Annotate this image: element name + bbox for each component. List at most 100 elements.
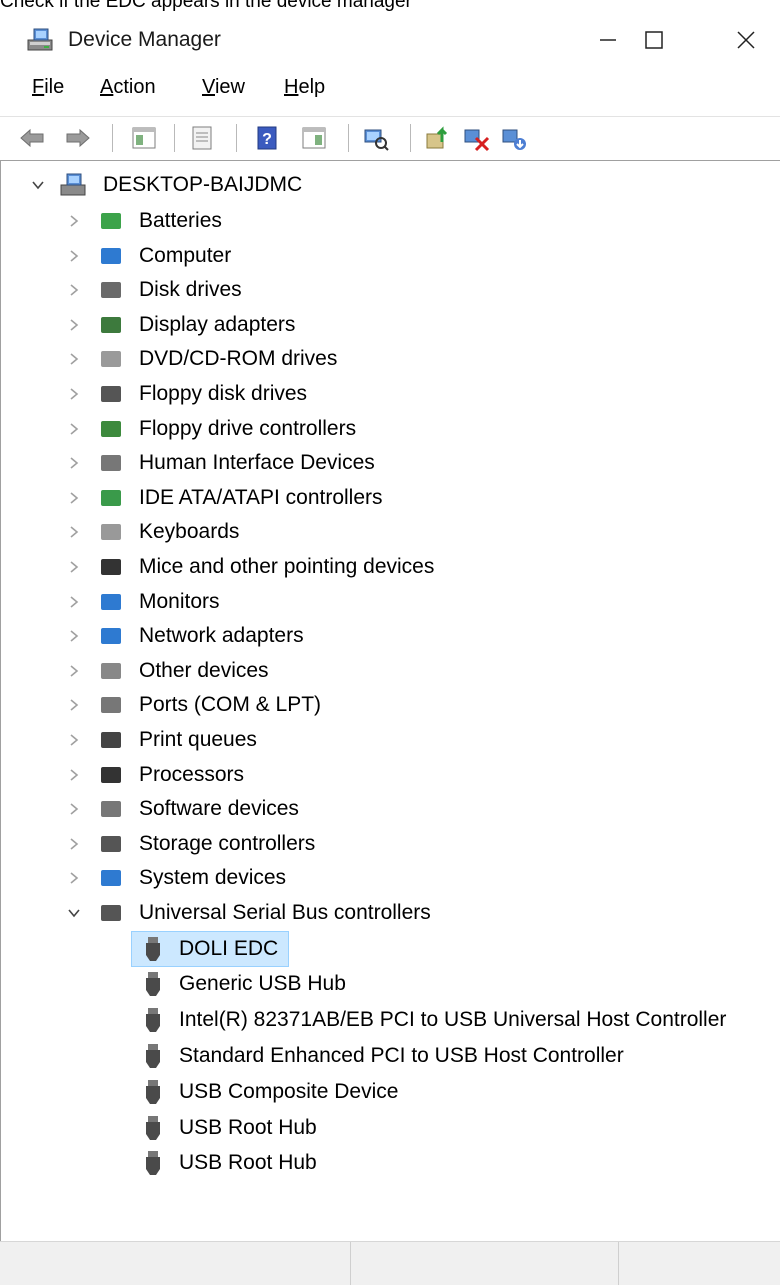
- status-cell: [0, 1242, 351, 1285]
- chevron-right-icon[interactable]: [67, 629, 81, 643]
- chevron-right-icon[interactable]: [67, 352, 81, 366]
- menu-help[interactable]: Help: [284, 76, 325, 99]
- maximize-button[interactable]: [630, 20, 678, 60]
- minimize-button[interactable]: [584, 20, 632, 60]
- chevron-down-icon[interactable]: [31, 178, 45, 192]
- usb-device-label: USB Root Hub: [179, 1151, 317, 1175]
- usb-device-label: USB Composite Device: [179, 1079, 399, 1103]
- device-tree-pane[interactable]: DESKTOP-BAIJDMC Batteries Computer Disk dr…: [0, 160, 780, 1241]
- scan-hardware-icon[interactable]: [362, 124, 390, 152]
- usb-device[interactable]: USB Root Hub: [179, 1146, 317, 1180]
- toolbar-separator: [348, 124, 349, 152]
- chevron-right-icon[interactable]: [67, 595, 81, 609]
- help-icon[interactable]: ?: [254, 124, 282, 152]
- chevron-right-icon[interactable]: [67, 249, 81, 263]
- close-button[interactable]: [722, 20, 770, 60]
- tree-category[interactable]: Human Interface Devices: [139, 446, 375, 480]
- title-bar[interactable]: Device Manager: [0, 12, 780, 68]
- usb-device[interactable]: Intel(R) 82371AB/EB PCI to USB Universal…: [179, 1003, 726, 1037]
- tree-category-label: Human Interface Devices: [139, 451, 375, 475]
- usb-device[interactable]: Generic USB Hub: [179, 967, 346, 1001]
- tree-category[interactable]: Processors: [139, 758, 244, 792]
- chevron-right-icon[interactable]: [67, 733, 81, 747]
- menu-file[interactable]: File: [32, 76, 64, 99]
- chevron-right-icon[interactable]: [67, 318, 81, 332]
- tree-category[interactable]: Other devices: [139, 654, 269, 688]
- usb-device-label: Intel(R) 82371AB/EB PCI to USB Universal…: [179, 1008, 727, 1032]
- mouse-icon: [101, 559, 121, 575]
- chevron-right-icon[interactable]: [67, 802, 81, 816]
- update-driver-icon[interactable]: [424, 124, 452, 152]
- tree-category-label: Monitors: [139, 589, 220, 613]
- menu-view[interactable]: View: [202, 76, 245, 99]
- chevron-right-icon[interactable]: [67, 214, 81, 228]
- show-hide-console-tree-icon[interactable]: [130, 124, 158, 152]
- tree-category-label: Software devices: [139, 797, 299, 821]
- menu-bar: File Action View Help: [0, 76, 780, 106]
- tree-category[interactable]: Software devices: [139, 792, 299, 826]
- chevron-right-icon[interactable]: [67, 768, 81, 782]
- tree-category[interactable]: Floppy drive controllers: [139, 412, 356, 446]
- tree-category[interactable]: Disk drives: [139, 273, 242, 307]
- status-bar: [0, 1241, 780, 1285]
- hid-icon: [101, 455, 121, 472]
- network-adapter-icon: [101, 628, 121, 645]
- tree-category[interactable]: DVD/CD-ROM drives: [139, 342, 337, 376]
- disable-device-icon[interactable]: [462, 124, 490, 152]
- tree-category[interactable]: Computer: [139, 239, 231, 273]
- chevron-down-icon[interactable]: [67, 906, 81, 920]
- software-device-icon: [101, 801, 121, 818]
- usb-device-selected[interactable]: DOLI EDC: [179, 932, 278, 966]
- device-manager-app-icon: [27, 28, 53, 51]
- tree-category[interactable]: Keyboards: [139, 515, 239, 549]
- tree-category-label: Disk drives: [139, 278, 242, 302]
- tree-category[interactable]: IDE ATA/ATAPI controllers: [139, 481, 383, 515]
- usb-device-label: DOLI EDC: [179, 936, 279, 960]
- chevron-right-icon[interactable]: [67, 664, 81, 678]
- tree-category-label: Print queues: [139, 728, 257, 751]
- tree-category[interactable]: Print queues: [139, 723, 257, 757]
- tree-root-label: DESKTOP-BAIJDMC: [103, 173, 303, 196]
- show-hide-action-pane-icon[interactable]: [300, 124, 328, 152]
- back-icon[interactable]: [18, 124, 46, 152]
- forward-icon[interactable]: [64, 124, 92, 152]
- chevron-right-icon[interactable]: [67, 871, 81, 885]
- menu-action[interactable]: Action: [100, 76, 156, 99]
- port-icon: [101, 697, 121, 714]
- tree-category-label: Universal Serial Bus controllers: [139, 901, 431, 924]
- uninstall-device-icon[interactable]: [500, 124, 528, 152]
- tree-category[interactable]: Batteries: [139, 204, 222, 238]
- tree-category-label: Display adapters: [139, 312, 296, 336]
- tree-category-label: Computer: [139, 243, 232, 267]
- tree-category[interactable]: Storage controllers: [139, 827, 315, 861]
- properties-icon[interactable]: [188, 124, 216, 152]
- toolbar-separator: [112, 124, 113, 152]
- usb-device[interactable]: USB Root Hub: [179, 1111, 317, 1145]
- tree-category[interactable]: Display adapters: [139, 308, 295, 342]
- tree-category[interactable]: Universal Serial Bus controllers: [139, 896, 431, 930]
- tree-category[interactable]: System devices: [139, 861, 286, 895]
- usb-device-label: Standard Enhanced PCI to USB Host Contro…: [179, 1044, 624, 1067]
- usb-icon: [101, 905, 121, 921]
- tree-category[interactable]: Monitors: [139, 585, 220, 619]
- tree-category[interactable]: Network adapters: [139, 619, 304, 653]
- tree-category-label: Floppy drive controllers: [139, 416, 357, 440]
- chevron-right-icon[interactable]: [67, 422, 81, 436]
- tree-category-label: Other devices: [139, 658, 269, 682]
- chevron-right-icon[interactable]: [67, 837, 81, 851]
- tree-category[interactable]: Floppy disk drives: [139, 377, 307, 411]
- usb-device[interactable]: Standard Enhanced PCI to USB Host Contro…: [179, 1039, 624, 1073]
- tree-category[interactable]: Mice and other pointing devices: [139, 550, 434, 584]
- usb-device[interactable]: USB Composite Device: [179, 1075, 398, 1109]
- chevron-right-icon[interactable]: [67, 560, 81, 574]
- chevron-right-icon[interactable]: [67, 283, 81, 297]
- usb-device-label: Generic USB Hub: [179, 972, 346, 996]
- chevron-right-icon[interactable]: [67, 387, 81, 401]
- chevron-right-icon[interactable]: [67, 525, 81, 539]
- chevron-right-icon[interactable]: [67, 698, 81, 712]
- tree-category[interactable]: Ports (COM & LPT): [139, 688, 321, 722]
- chevron-right-icon[interactable]: [67, 456, 81, 470]
- chevron-right-icon[interactable]: [67, 491, 81, 505]
- tree-root[interactable]: DESKTOP-BAIJDMC: [103, 168, 302, 202]
- tree-category-label: System devices: [139, 866, 287, 890]
